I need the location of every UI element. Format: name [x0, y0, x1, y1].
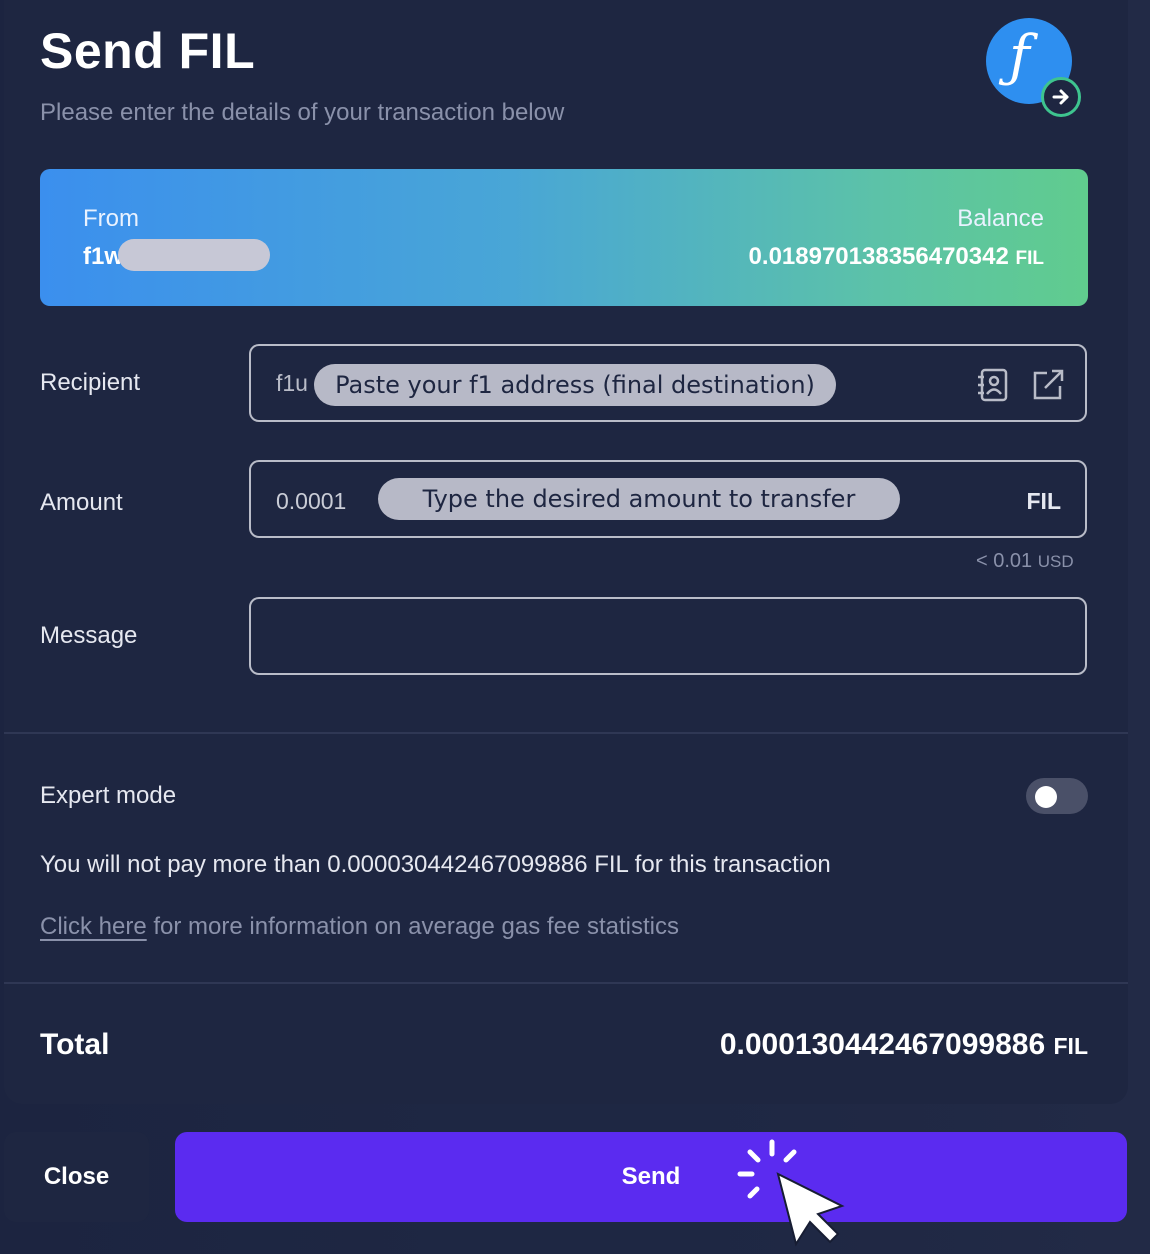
address-book-icon[interactable] [975, 368, 1011, 402]
recipient-hint-tooltip: Paste your f1 address (final destination… [314, 364, 836, 406]
message-input[interactable] [249, 597, 1087, 675]
page-title: Send FIL [40, 23, 256, 79]
balance-value: 0.018970138356470342 [748, 243, 1009, 270]
gas-fee-info-link[interactable]: Click here [40, 913, 147, 940]
toggle-knob [1035, 786, 1057, 808]
from-label: From [83, 205, 139, 232]
click-cursor-icon [737, 1139, 845, 1247]
amount-usd-unit: USD [1037, 552, 1074, 571]
close-button[interactable]: Close [4, 1132, 149, 1222]
from-balance-card: From f1w Balance 0.018970138356470342 FI… [40, 169, 1088, 306]
recipient-value: f1u [276, 370, 308, 396]
total-value: 0.00013044246709988​6 [719, 1028, 1046, 1061]
balance-unit: FIL [1015, 248, 1045, 269]
external-link-icon[interactable] [1031, 368, 1067, 402]
total-value-row: 0.00013044246709988​6 FIL [720, 1028, 1088, 1062]
amount-unit: FIL [1026, 488, 1062, 514]
send-button[interactable]: Send [175, 1132, 1127, 1222]
section-divider [4, 732, 1128, 734]
gas-fee-info-text: for more information on average gas fee … [146, 913, 679, 940]
message-label: Message [40, 622, 138, 649]
from-address: f1w [83, 243, 124, 270]
amount-hint-tooltip: Type the desired amount to transfer [378, 478, 900, 520]
amount-value: 0.0001 [276, 488, 347, 514]
balance-label: Balance [957, 205, 1044, 232]
total-unit: FIL [1053, 1033, 1089, 1059]
balance-value-row: 0.018970138356470342 FIL [749, 243, 1044, 271]
total-divider [4, 982, 1128, 984]
amount-usd-value: < 0.01 [976, 550, 1033, 572]
send-arrow-icon [1041, 77, 1081, 117]
total-label: Total [40, 1028, 110, 1061]
max-fee-note: You will not pay more than 0.00003044246… [40, 851, 831, 878]
amount-label: Amount [40, 489, 123, 516]
gas-fee-info-line: Click here for more information on avera… [40, 913, 679, 941]
address-redaction [118, 239, 270, 271]
recipient-label: Recipient [40, 369, 141, 396]
expert-mode-label: Expert mode [40, 782, 177, 809]
filecoin-f-glyph: ƒ [1009, 24, 1030, 89]
amount-usd-estimate: < 0.01 USD [976, 550, 1074, 573]
page-subtitle: Please enter the details of your transac… [40, 99, 565, 126]
